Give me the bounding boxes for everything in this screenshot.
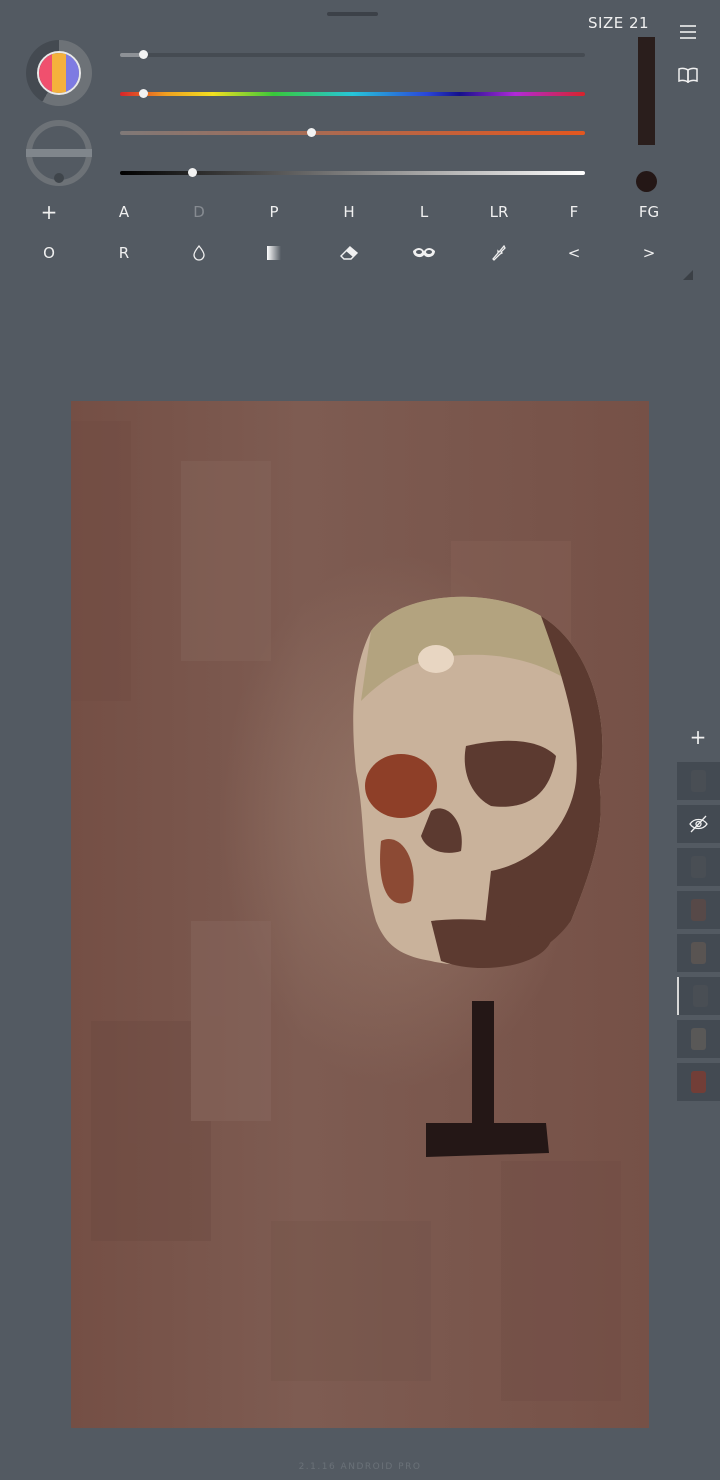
menu-icon[interactable] xyxy=(676,20,700,44)
saturation-slider[interactable] xyxy=(120,128,585,137)
opacity-dial-bar xyxy=(26,149,92,157)
tool-row-secondary: O R < > xyxy=(0,238,720,268)
tool-lr[interactable]: LR xyxy=(474,197,524,227)
tool-o-label: O xyxy=(43,244,55,262)
layer-8[interactable] xyxy=(677,1063,720,1101)
tool-r-label: R xyxy=(118,244,130,262)
brush-size-preview-bar[interactable] xyxy=(638,37,655,145)
tool-h[interactable]: H xyxy=(324,197,374,227)
brush-size-slider-knob[interactable] xyxy=(139,50,149,59)
foreground-color-dot[interactable] xyxy=(636,171,657,192)
tool-a-label: A xyxy=(118,203,130,221)
redo-button-label: > xyxy=(642,244,656,262)
layer-2[interactable] xyxy=(677,805,720,843)
saturation-slider-knob[interactable] xyxy=(306,128,316,137)
tool-l-label: L xyxy=(419,203,429,221)
panel-drag-handle[interactable] xyxy=(327,12,378,16)
eraser-icon[interactable] xyxy=(324,238,374,268)
lightness-slider[interactable] xyxy=(120,168,585,177)
layer-thumbnail xyxy=(693,985,708,1007)
tool-f[interactable]: F xyxy=(549,197,599,227)
current-color-swatch[interactable] xyxy=(37,51,81,95)
hidden-eye-icon[interactable] xyxy=(677,805,720,843)
painting xyxy=(71,421,621,1401)
tool-d[interactable]: D xyxy=(174,197,224,227)
add-tool[interactable]: + xyxy=(24,197,74,227)
redo-button[interactable]: > xyxy=(624,238,674,268)
layer-4[interactable] xyxy=(677,891,720,929)
hue-slider[interactable] xyxy=(120,89,585,98)
version-label: 2.1.16 ANDROID PRO xyxy=(298,1462,422,1472)
tool-lr-label: LR xyxy=(489,203,509,221)
tool-r[interactable]: R xyxy=(99,238,149,268)
lightness-slider-knob[interactable] xyxy=(188,168,198,177)
drawing-canvas[interactable] xyxy=(71,401,649,1428)
tool-l[interactable]: L xyxy=(399,197,449,227)
hue-slider-knob[interactable] xyxy=(139,89,149,98)
layer-thumbnail xyxy=(691,942,706,964)
tool-a[interactable]: A xyxy=(99,197,149,227)
blend-drop-icon[interactable] xyxy=(174,238,224,268)
tool-p[interactable]: P xyxy=(249,197,299,227)
layer-5[interactable] xyxy=(677,934,720,972)
layer-7[interactable] xyxy=(677,1020,720,1058)
tool-fg-label: FG xyxy=(638,203,660,221)
add-layer-button[interactable]: + xyxy=(685,724,711,750)
panel-resize-handle[interactable] xyxy=(683,270,693,280)
layer-thumbnail xyxy=(691,770,706,792)
undo-button-label: < xyxy=(567,244,581,262)
layer-1[interactable] xyxy=(677,762,720,800)
layer-6[interactable] xyxy=(677,977,720,1015)
tool-d-label: D xyxy=(193,203,205,221)
tool-p-label: P xyxy=(269,203,279,221)
layer-thumbnail xyxy=(691,1071,706,1093)
brush-size-label: SIZE 21 xyxy=(588,14,650,32)
brush-size-slider[interactable] xyxy=(120,50,585,59)
tool-o[interactable]: O xyxy=(24,238,74,268)
undo-button[interactable]: < xyxy=(549,238,599,268)
layer-thumbnail xyxy=(691,1028,706,1050)
layer-thumbnail xyxy=(691,856,706,878)
add-tool-label: + xyxy=(40,200,58,224)
tool-h-label: H xyxy=(343,203,355,221)
mask-icon[interactable] xyxy=(399,238,449,268)
tool-f-label: F xyxy=(569,203,579,221)
opacity-dial-knob[interactable] xyxy=(54,173,64,183)
layer-thumbnail xyxy=(691,899,706,921)
layer-3[interactable] xyxy=(677,848,720,886)
tool-fg[interactable]: FG xyxy=(624,197,674,227)
book-icon[interactable] xyxy=(676,63,700,87)
gradient-icon[interactable] xyxy=(249,238,299,268)
tool-row-primary: + A D P H L LR F FG xyxy=(0,197,720,227)
eyedropper-icon[interactable] xyxy=(474,238,524,268)
